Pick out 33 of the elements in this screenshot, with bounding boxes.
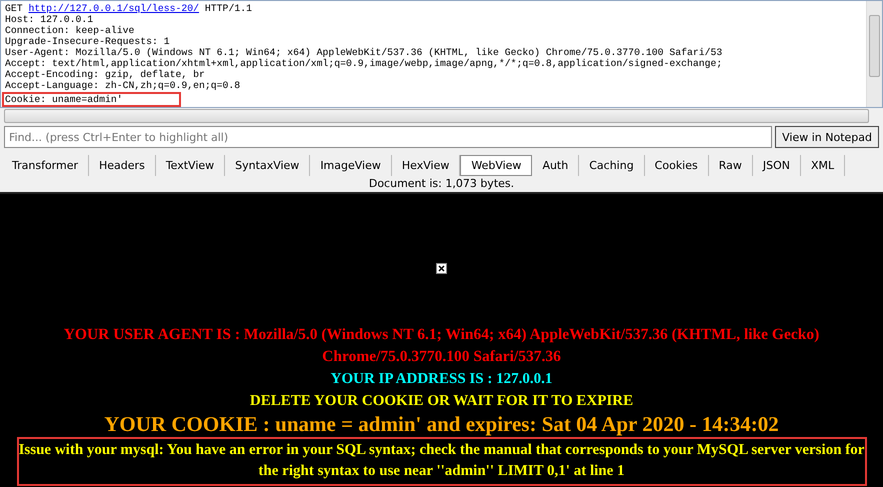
tab[interactable]: WebView xyxy=(460,155,532,176)
horizontal-scrollbar[interactable] xyxy=(4,109,869,123)
tab[interactable]: ImageView xyxy=(310,155,392,176)
tab[interactable]: TextView xyxy=(156,155,226,176)
tab[interactable]: Caching xyxy=(579,155,645,176)
view-in-notepad-button[interactable]: View in Notepad xyxy=(775,126,879,148)
tab[interactable]: JSON xyxy=(752,155,802,176)
tab[interactable]: Cookies xyxy=(644,155,709,176)
vertical-scrollbar[interactable] xyxy=(866,1,882,107)
document-size-text: Document is: 1,073 bytes. xyxy=(368,176,516,192)
web-text: DELETE YOUR COOKIE OR WAIT FOR IT TO EXPIRE xyxy=(250,392,634,411)
header-line: Upgrade-Insecure-Requests: 1 xyxy=(5,36,170,47)
header-line: Accept-Language: zh-CN,zh;q=0.9,en;q=0.8 xyxy=(5,80,240,91)
header-line: Accept: text/html,application/xhtml+xml,application/xml;q=0.9,image/webp,image/apng,*/*;q=0.8,application/signed-exchange; xyxy=(5,58,722,69)
tab[interactable]: Transformer xyxy=(2,155,90,176)
error-message: Issue with your mysql: You have an error in your SQL syntax; check the manual that corresponds to your MySQL server version for the right syntax to use near ''admin'' LIMIT 0,1' at line 1 xyxy=(16,437,866,486)
tab[interactable]: XML xyxy=(801,155,846,176)
tab[interactable]: Headers xyxy=(89,155,156,176)
header-line: Host: 127.0.0.1 xyxy=(5,14,94,25)
tab[interactable]: Auth xyxy=(532,155,580,176)
request-method: GET xyxy=(5,3,23,14)
header-line: Accept-Encoding: gzip, deflate, br xyxy=(5,69,205,80)
tab[interactable]: Raw xyxy=(708,155,753,176)
header-line: Connection: keep-alive xyxy=(5,25,134,36)
broken-image-icon xyxy=(436,263,447,274)
web-text: YOUR USER AGENT IS : Mozilla/5.0 (Windows NT 6.1; Win64; x64) AppleWebKit/537.36 (KHTML, like Gecko) Chrome/75.0.3770.100 Safari/537.36 xyxy=(62,325,820,367)
find-field[interactable]: Find... (press Ctrl+Enter to highlight all) xyxy=(4,126,772,148)
header-line: User-Agent: Mozilla/5.0 (Windows NT 6.1; Win64; x64) AppleWebKit/537.36 (KHTML, like Gecko) Chrome/75.0.3770.100 Safari/53 xyxy=(5,47,722,58)
request-url-link[interactable]: http://127.0.0.1/sql/less-20/ xyxy=(28,3,200,14)
tab[interactable]: SyntaxView xyxy=(225,155,310,176)
web-text: YOUR COOKIE : uname = admin' and expires: Sat 04 Apr 2020 - 14:34:02 xyxy=(104,412,779,436)
web-text: YOUR IP ADDRESS IS : 127.0.0.1 xyxy=(330,370,552,389)
http-version: HTTP/1.1 xyxy=(204,3,252,14)
